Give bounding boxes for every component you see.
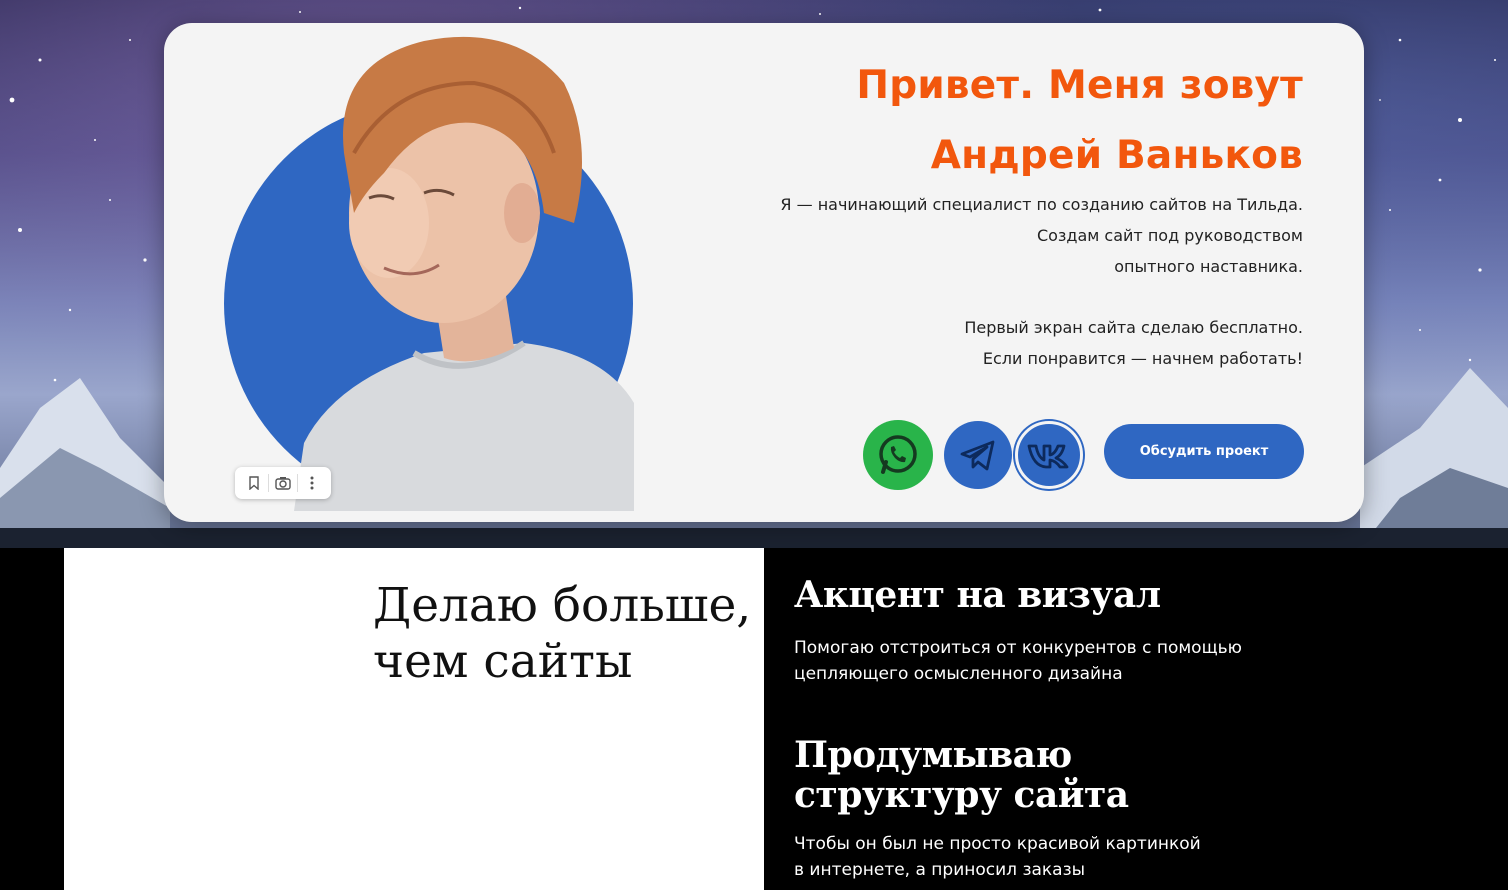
bookmark-icon[interactable]	[242, 471, 266, 495]
discuss-project-button[interactable]: Обсудить проект	[1104, 424, 1304, 479]
intro-card: Привет. Меня зовут Андрей Ваньков Я — на…	[164, 23, 1364, 522]
vk-icon	[1027, 444, 1069, 469]
toolbar-divider	[268, 474, 269, 492]
hero-heading-line1: Привет. Меня зовут	[856, 63, 1303, 108]
feature-title: Продумываю структуру сайта	[794, 735, 1129, 815]
camera-search-icon[interactable]	[271, 471, 295, 495]
hero-description: Я — начинающий специалист по созданию са…	[780, 189, 1303, 374]
vk-link[interactable]	[1015, 421, 1083, 489]
toolbar-divider	[297, 474, 298, 492]
desc-line: Я — начинающий специалист по созданию са…	[780, 195, 1303, 214]
desc-line: Создам сайт под руководством	[1036, 226, 1303, 245]
section-title: Делаю больше, чем сайты	[373, 578, 751, 690]
desc-line: опытного наставника.	[1114, 257, 1303, 276]
feature-text: Чтобы он был не просто красивой картинко…	[794, 831, 1201, 883]
feature-text-line: Чтобы он был не просто красивой картинко…	[794, 834, 1201, 854]
section-title-line2: чем сайты	[373, 634, 633, 689]
feature-title-line: Продумываю	[794, 734, 1072, 776]
feature-title: Акцент на визуал	[794, 574, 1161, 616]
hero-heading-line2: Андрей Ваньков	[930, 133, 1303, 178]
hero-heading: Привет. Меня зовут Андрей Ваньков	[856, 51, 1303, 191]
whatsapp-icon	[879, 435, 917, 474]
feature-text-line: цепляющего осмысленного дизайна	[794, 664, 1123, 684]
more-vertical-icon[interactable]	[300, 471, 324, 495]
desc-line: Первый экран сайта сделаю бесплатно.	[964, 318, 1303, 337]
image-hover-toolbar	[235, 467, 331, 499]
portrait-photo	[294, 36, 634, 511]
feature-text-line: Помогаю отстроиться от конкурентов с пом…	[794, 638, 1242, 658]
hero-section: Привет. Меня зовут Андрей Ваньков Я — на…	[0, 0, 1508, 548]
feature-title-line: структуру сайта	[794, 774, 1129, 816]
whatsapp-link[interactable]	[863, 420, 933, 490]
feature-text: Помогаю отстроиться от конкурентов с пом…	[794, 635, 1242, 687]
telegram-icon	[960, 440, 995, 471]
telegram-link[interactable]	[944, 421, 1012, 489]
section-title-line1: Делаю больше,	[373, 578, 752, 633]
desc-line: Если понравится — начнем работать!	[982, 349, 1303, 368]
feature-text-line: в интернете, а приносил заказы	[794, 860, 1086, 880]
